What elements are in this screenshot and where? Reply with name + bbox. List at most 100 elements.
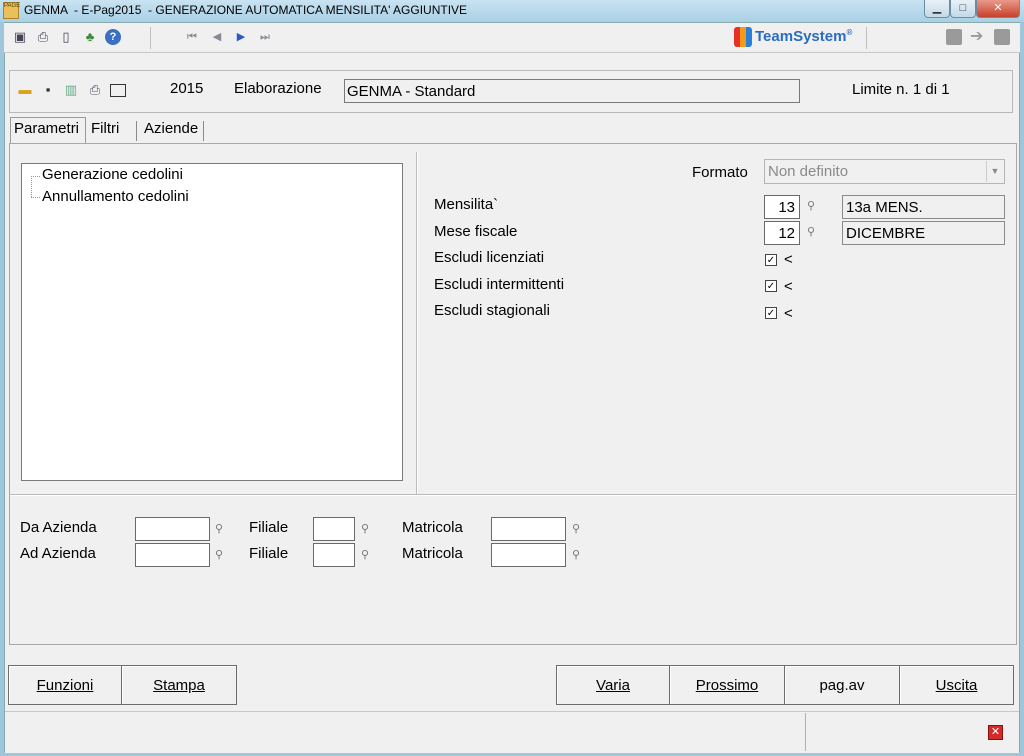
check-suffix: < bbox=[784, 251, 793, 268]
chevron-down-icon[interactable]: ▼ bbox=[986, 161, 1003, 182]
document-icon[interactable] bbox=[946, 29, 962, 45]
window-title: GENMA - E-Pag2015 - GENERAZIONE AUTOMATI… bbox=[24, 3, 468, 17]
button-label: Uscita bbox=[935, 677, 978, 694]
tab-aziende[interactable]: Aziende bbox=[141, 118, 202, 142]
elaborazione-field[interactable]: GENMA - Standard bbox=[344, 79, 800, 103]
first-icon[interactable]: ⏮ bbox=[185, 29, 199, 45]
ad-azienda-label: Ad Azienda bbox=[20, 545, 96, 562]
tab-filtri[interactable]: Filtri bbox=[88, 118, 123, 142]
escludi-intermittenti-label: Escludi intermittenti bbox=[434, 276, 565, 293]
da-filiale-field[interactable] bbox=[313, 517, 355, 541]
tab-label: Parametri bbox=[14, 120, 80, 137]
mensilita-label: Mensilita` bbox=[434, 196, 499, 213]
button-label: Varia bbox=[596, 677, 630, 694]
tab-label: Filtri bbox=[91, 120, 120, 137]
tab-separator bbox=[136, 121, 137, 141]
teamsystem-logo: TeamSystem® bbox=[734, 27, 852, 49]
search-icon[interactable]: ⚲ bbox=[358, 548, 372, 562]
title-bar: PAGE GENMA - E-Pag2015 - GENERAZIONE AUT… bbox=[0, 0, 1024, 22]
mensilita-field[interactable]: 13 bbox=[764, 195, 800, 219]
search-icon[interactable]: ⚲ bbox=[804, 199, 818, 213]
tab-label: Aziende bbox=[144, 120, 199, 137]
year-label: 2015 bbox=[170, 80, 204, 97]
escludi-stagionali-checkbox[interactable]: ✓ bbox=[765, 307, 777, 319]
ad-azienda-field[interactable] bbox=[135, 543, 210, 567]
button-label: pag.av bbox=[819, 677, 865, 694]
delete-icon[interactable]: ▥ bbox=[62, 82, 80, 98]
formato-select[interactable]: Non definito ▼ bbox=[764, 159, 1005, 184]
print-icon[interactable]: ⎙ bbox=[35, 29, 51, 45]
funzioni-button[interactable]: Funzioni bbox=[8, 665, 122, 705]
status-divider bbox=[805, 713, 806, 751]
tab-parametri[interactable]: Parametri bbox=[10, 117, 86, 144]
da-matricola-field[interactable] bbox=[491, 517, 566, 541]
matricola-label: Matricola bbox=[402, 545, 463, 562]
last-icon[interactable]: ⏭ bbox=[258, 29, 272, 45]
formato-value: Non definito bbox=[768, 163, 849, 180]
search-icon[interactable]: ⚲ bbox=[358, 522, 372, 536]
limit-counter: Limite n. 1 di 1 bbox=[852, 81, 950, 98]
toolbar-separator bbox=[150, 27, 151, 49]
search-icon[interactable]: ⚲ bbox=[569, 548, 583, 562]
matricola-label: Matricola bbox=[402, 519, 463, 536]
panel-divider bbox=[416, 152, 418, 494]
minimize-button[interactable]: ▁ bbox=[924, 0, 950, 18]
process-tree[interactable] bbox=[21, 163, 403, 481]
forward-icon[interactable]: ➔ bbox=[970, 29, 986, 45]
search-icon[interactable]: ⚲ bbox=[804, 225, 818, 239]
help-icon[interactable]: ? bbox=[105, 29, 121, 45]
toolbar-separator bbox=[866, 27, 867, 49]
panel-divider bbox=[10, 494, 1016, 496]
search-icon[interactable]: ⚲ bbox=[569, 522, 583, 536]
mese-fiscale-description: DICEMBRE bbox=[842, 221, 1005, 245]
elaborazione-label: Elaborazione bbox=[234, 80, 322, 97]
next-icon[interactable]: ▶ bbox=[234, 29, 248, 45]
prossimo-button[interactable]: Prossimo bbox=[669, 665, 785, 705]
mese-fiscale-field[interactable]: 12 bbox=[764, 221, 800, 245]
prev-icon[interactable]: ◀ bbox=[210, 29, 224, 45]
printer-icon[interactable]: ⎙ bbox=[86, 82, 104, 98]
button-label: Funzioni bbox=[36, 677, 94, 694]
folder-icon[interactable]: ▬ bbox=[16, 82, 34, 98]
tree-connector bbox=[31, 176, 40, 177]
check-suffix: < bbox=[784, 305, 793, 322]
error-icon[interactable]: ✕ bbox=[988, 725, 1003, 740]
maximize-button[interactable]: □ bbox=[950, 0, 976, 18]
main-toolbar: ▣ ⎙ ▯ ♣ ? ⏮ ◀ ▶ ⏭ TeamSystem® ➔ bbox=[4, 23, 1020, 53]
screen-icon[interactable]: ▣ bbox=[12, 29, 28, 45]
escludi-licenziati-checkbox[interactable]: ✓ bbox=[765, 254, 777, 266]
tree-item[interactable]: Annullamento cedolini bbox=[42, 188, 189, 208]
tools-icon[interactable]: ♣ bbox=[82, 29, 98, 45]
tree-item[interactable]: Generazione cedolini bbox=[42, 166, 183, 186]
escludi-intermittenti-checkbox[interactable]: ✓ bbox=[765, 280, 777, 292]
stop-icon[interactable] bbox=[994, 29, 1010, 45]
varia-button[interactable]: Varia bbox=[556, 665, 670, 705]
da-azienda-label: Da Azienda bbox=[20, 519, 97, 536]
tree-connector bbox=[31, 197, 40, 198]
formato-label: Formato bbox=[692, 164, 748, 181]
button-label: Prossimo bbox=[695, 677, 759, 694]
ad-matricola-field[interactable] bbox=[491, 543, 566, 567]
button-label: Stampa bbox=[153, 677, 205, 694]
brand-trademark: ® bbox=[846, 27, 853, 37]
mensilita-description: 13a MENS. bbox=[842, 195, 1005, 219]
check-suffix: < bbox=[784, 278, 793, 295]
escludi-licenziati-label: Escludi licenziati bbox=[434, 249, 545, 266]
save-icon[interactable]: ▪ bbox=[39, 82, 57, 98]
brand-name: TeamSystem bbox=[755, 27, 847, 45]
search-icon[interactable]: ⚲ bbox=[212, 522, 226, 536]
uscita-button[interactable]: Uscita bbox=[899, 665, 1014, 705]
stampa-button[interactable]: Stampa bbox=[121, 665, 237, 705]
status-bar bbox=[5, 711, 1019, 753]
filiale-label: Filiale bbox=[249, 519, 289, 536]
pagav-button[interactable]: pag.av bbox=[784, 665, 900, 705]
search-icon[interactable]: ⚲ bbox=[212, 548, 226, 562]
close-window-button[interactable]: ✕ bbox=[976, 0, 1020, 18]
ad-filiale-field[interactable] bbox=[313, 543, 355, 567]
mese-fiscale-label: Mese fiscale bbox=[434, 223, 518, 240]
tab-separator bbox=[203, 121, 204, 141]
da-azienda-field[interactable] bbox=[135, 517, 210, 541]
clipboard-icon[interactable]: ▯ bbox=[58, 29, 74, 45]
blank-icon[interactable] bbox=[110, 82, 128, 98]
logo-mark bbox=[734, 27, 752, 47]
